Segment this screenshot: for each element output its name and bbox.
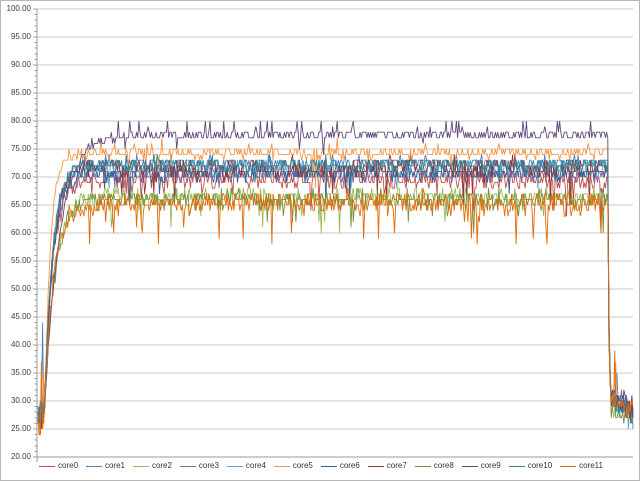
y-axis-label: 30.00 [10, 396, 31, 405]
legend-item-core6[interactable]: core6 [320, 461, 360, 471]
y-axis-label: 85.00 [10, 88, 31, 97]
legend-swatch [273, 465, 290, 467]
y-axis-label: 40.00 [10, 340, 31, 349]
legend-label: core2 [151, 461, 172, 470]
chart-legend: core0 core1 core2 core3 core4 core5 core6 core7… [39, 459, 603, 473]
legend-item-core5[interactable]: core5 [273, 461, 313, 471]
y-axis-label: 50.00 [10, 284, 31, 293]
y-axis-label: 25.00 [10, 424, 31, 433]
chart-frame[interactable]: 100.00 95.00 90.00 85.00 80.00 75.00 70.00 65.0… [0, 0, 640, 481]
legend-label: core5 [292, 461, 313, 470]
legend-item-core8[interactable]: core8 [414, 461, 454, 471]
legend-item-core1[interactable]: core1 [85, 461, 125, 471]
legend-swatch [179, 465, 196, 467]
legend-swatch [39, 465, 55, 467]
y-axis-label: 55.00 [10, 256, 31, 265]
legend-item-core9[interactable]: core9 [461, 461, 501, 471]
y-axis-label: 80.00 [10, 116, 31, 125]
series-line-core2[interactable] [37, 187, 634, 424]
y-axis: 100.00 95.00 90.00 85.00 80.00 75.00 70.00 65.0… [1, 1, 31, 480]
y-axis-label: 60.00 [10, 228, 31, 237]
legend-item-core10[interactable]: core10 [508, 461, 553, 471]
legend-swatch [414, 465, 431, 467]
series-line-core8[interactable] [37, 188, 634, 424]
legend-item-core7[interactable]: core7 [367, 461, 407, 471]
y-axis-label: 20.00 [10, 452, 31, 461]
legend-item-core0[interactable]: core0 [39, 461, 78, 471]
legend-item-core4[interactable]: core4 [226, 461, 266, 471]
y-axis-label: 35.00 [10, 368, 31, 377]
legend-swatch [320, 465, 337, 467]
y-axis-label: 65.00 [10, 200, 31, 209]
y-axis-label: 95.00 [10, 32, 31, 41]
legend-item-core11[interactable]: core11 [560, 461, 603, 471]
y-axis-label: 100.00 [6, 4, 31, 13]
legend-label: core11 [579, 461, 603, 470]
legend-swatch [85, 465, 102, 467]
legend-label: core10 [527, 461, 553, 470]
chart-plot-area[interactable] [1, 1, 640, 481]
legend-label: core1 [104, 461, 125, 470]
legend-swatch [560, 465, 577, 467]
legend-label: core0 [58, 461, 79, 470]
legend-swatch [226, 465, 243, 467]
legend-label: core8 [433, 461, 454, 470]
y-axis-label: 45.00 [10, 312, 31, 321]
legend-label: core9 [480, 461, 501, 470]
legend-swatch [132, 465, 149, 467]
y-axis-label: 70.00 [10, 172, 31, 181]
legend-swatch [461, 465, 478, 467]
legend-swatch [367, 465, 384, 467]
legend-label: core7 [386, 461, 407, 470]
legend-item-core3[interactable]: core3 [179, 461, 219, 471]
y-axis-label: 75.00 [10, 144, 31, 153]
legend-item-core2[interactable]: core2 [132, 461, 172, 471]
legend-label: core3 [198, 461, 219, 470]
legend-label: core4 [245, 461, 266, 470]
series-line-core11[interactable] [37, 188, 634, 436]
legend-swatch [508, 465, 525, 467]
legend-label: core6 [339, 461, 360, 470]
y-axis-label: 90.00 [10, 60, 31, 69]
